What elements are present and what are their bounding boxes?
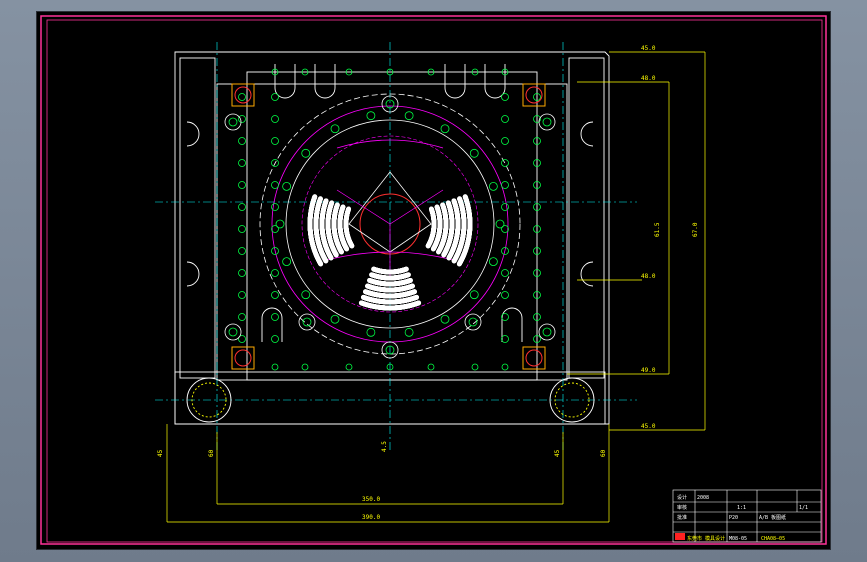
cad-viewport[interactable]: 45.0 48.0 61.5 67.0 48.0 49.0 45.0 45 60… [37, 12, 830, 549]
cavity-dot [323, 198, 329, 204]
cavity-dot [430, 246, 436, 252]
cavity-dots-left [307, 194, 355, 267]
cavity-dot [312, 194, 318, 200]
center-lines [155, 42, 637, 452]
cavity-dot [318, 196, 323, 202]
drawing-frame-inner [46, 19, 823, 543]
cavity-dot [329, 200, 335, 206]
cavity-dot [340, 204, 346, 210]
cavity-dot [346, 206, 352, 212]
cavity-dot [436, 249, 441, 255]
drawing-frame-outer [40, 15, 827, 545]
cavity-dot [425, 243, 431, 249]
cavity-dots-right [425, 194, 473, 267]
cavity-dot [334, 202, 340, 208]
mold-drawing: 45.0 48.0 61.5 67.0 48.0 49.0 45.0 45 60… [40, 15, 827, 545]
